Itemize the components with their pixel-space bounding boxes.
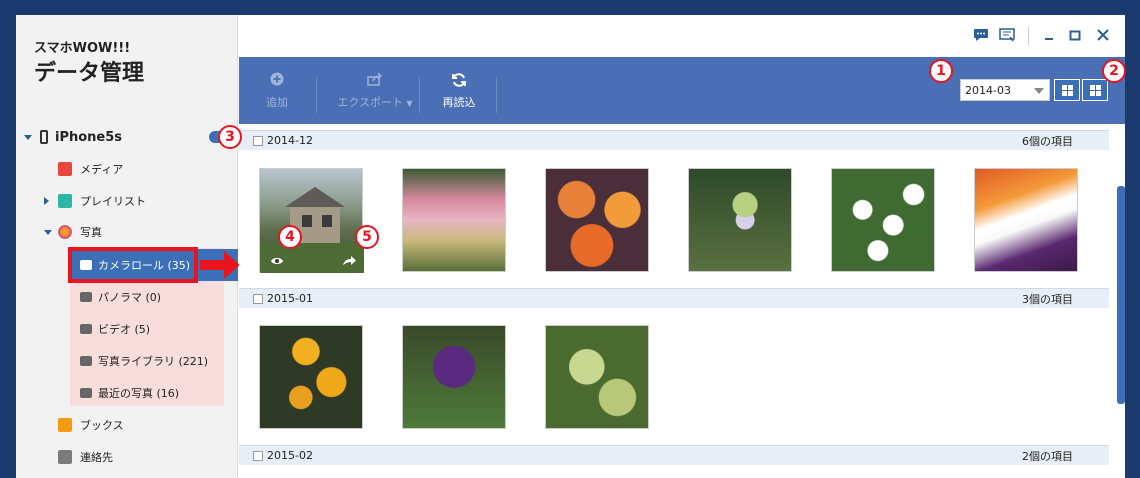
photo-thumbnail[interactable]: [545, 168, 649, 272]
sidebar-item-label: 最近の写真 (16): [98, 387, 180, 400]
group-date: 2015-02: [267, 449, 313, 462]
sidebar-item-label: ブックス: [80, 419, 124, 432]
photo-thumbnail[interactable]: [259, 325, 363, 429]
sidebar-item-label: 写真ライブラリ (221): [98, 355, 209, 368]
view-toggle: [1054, 79, 1110, 101]
group-checkbox[interactable]: [253, 450, 263, 461]
feedback-icon[interactable]: [999, 27, 1015, 43]
minimize-icon[interactable]: [1041, 27, 1057, 43]
group-checkbox[interactable]: [253, 135, 263, 146]
toolbar-separator: [496, 77, 497, 113]
toolbar-separator: [316, 77, 317, 113]
photo-thumbnail[interactable]: [402, 168, 506, 272]
camera-icon: [80, 292, 92, 302]
sidebar-item-books[interactable]: ブックス: [16, 409, 238, 441]
expand-icon[interactable]: [44, 197, 49, 205]
photo-thumbnail[interactable]: [402, 325, 506, 429]
device-label: iPhone5s: [55, 129, 123, 145]
photo-thumbnail[interactable]: [688, 168, 792, 272]
grid-small-icon: [1089, 84, 1101, 96]
sidebar-item-label: 写真: [80, 226, 102, 239]
chevron-down-icon: [1034, 88, 1044, 94]
camera-icon: [80, 324, 92, 334]
highlight-annotation: [68, 247, 198, 283]
brand-title: データ管理: [34, 61, 145, 86]
group-header: 2015-01 3個の項目: [239, 288, 1109, 308]
sidebar-item-media[interactable]: メディア: [16, 153, 238, 185]
sidebar-item-photo-library[interactable]: 写真ライブラリ (221): [70, 345, 238, 377]
eye-icon[interactable]: [270, 255, 284, 269]
date-value: 2014-03: [965, 83, 1011, 97]
playlist-icon: [58, 194, 72, 208]
group-count: 3個の項目: [1022, 292, 1073, 306]
app-window: スマホWOW!!! データ管理 iPhone5s メディア プレイリスト 写真 …: [16, 15, 1126, 478]
contacts-icon: [58, 450, 72, 464]
title-separator: [1028, 27, 1029, 45]
refresh-icon: [451, 72, 467, 88]
annotation-badge-4: 4: [278, 225, 302, 249]
sidebar-item-contacts[interactable]: 連絡先: [16, 441, 238, 473]
title-bar: [239, 15, 1125, 57]
scrollbar[interactable]: [1117, 124, 1125, 478]
photo-thumbnail[interactable]: [974, 168, 1078, 272]
group-count: 6個の項目: [1022, 134, 1073, 148]
export-label: エクスポート ▼: [337, 95, 413, 109]
sidebar-item-playlist[interactable]: プレイリスト: [16, 185, 238, 217]
group-header: 2014-12 6個の項目: [239, 130, 1109, 150]
photo-content: 2014-12 6個の項目 2015-01 3個の項目 2015-02 2個の項…: [239, 124, 1125, 478]
sidebar-item-label: ビデオ (5): [98, 323, 151, 336]
grid-large-icon: [1061, 84, 1073, 96]
chevron-down-icon: ▼: [406, 98, 413, 108]
sidebar-item-label: パノラマ (0): [98, 291, 162, 304]
brand-small: スマホWOW!!!: [34, 41, 131, 56]
share-icon[interactable]: [342, 255, 356, 269]
music-icon: [58, 162, 72, 176]
book-icon: [58, 418, 72, 432]
export-icon: [367, 71, 383, 88]
reload-button[interactable]: 再読込: [435, 57, 483, 124]
plus-icon: [270, 72, 284, 88]
small-grid-view-button[interactable]: [1082, 79, 1108, 101]
annotation-badge-1: 1: [929, 59, 953, 83]
sidebar-item-label: メディア: [80, 163, 124, 176]
group-date: 2015-01: [267, 292, 313, 305]
photo-thumbnail[interactable]: [545, 325, 649, 429]
sidebar-item-label: 連絡先: [80, 451, 113, 464]
annotation-badge-2: 2: [1102, 59, 1126, 83]
collapse-icon[interactable]: [44, 229, 52, 235]
annotation-badge-5: 5: [355, 225, 379, 249]
photos-icon: [58, 225, 72, 239]
sidebar-item-label: プレイリスト: [80, 195, 146, 208]
add-button[interactable]: 追加: [257, 57, 297, 124]
chat-icon[interactable]: [973, 27, 989, 43]
date-select[interactable]: 2014-03: [960, 79, 1050, 101]
toolbar-separator: [419, 77, 420, 113]
add-label: 追加: [266, 95, 288, 109]
group-header: 2015-02 2個の項目: [239, 445, 1109, 465]
scrollbar-thumb[interactable]: [1117, 186, 1125, 404]
sidebar-item-panorama[interactable]: パノラマ (0): [70, 281, 238, 313]
photo-thumbnail[interactable]: [259, 168, 364, 273]
annotation-badge-3: 3: [218, 125, 242, 149]
group-date: 2014-12: [267, 134, 313, 147]
export-button[interactable]: エクスポート ▼: [335, 57, 415, 124]
phone-icon: [40, 130, 48, 144]
toolbar: 追加 エクスポート ▼ 再読込 2014-03: [239, 57, 1125, 124]
image-icon: [80, 356, 92, 366]
image-icon: [80, 388, 92, 398]
reload-label: 再読込: [442, 95, 476, 109]
group-checkbox[interactable]: [253, 293, 263, 304]
photo-thumbnail[interactable]: [831, 168, 935, 272]
sidebar-item-recent-photos[interactable]: 最近の写真 (16): [70, 377, 238, 409]
sidebar-item-video[interactable]: ビデオ (5): [70, 313, 238, 345]
expand-icon[interactable]: [24, 134, 32, 140]
arrow-annotation-icon: [200, 251, 240, 279]
device-node[interactable]: iPhone5s: [24, 127, 122, 147]
sidebar-item-photos[interactable]: 写真: [16, 216, 238, 248]
sidebar: スマホWOW!!! データ管理 iPhone5s メディア プレイリスト 写真 …: [16, 15, 240, 478]
large-grid-view-button[interactable]: [1054, 79, 1080, 101]
group-count: 2個の項目: [1022, 449, 1073, 463]
maximize-icon[interactable]: [1067, 27, 1083, 43]
close-icon[interactable]: [1095, 27, 1111, 43]
